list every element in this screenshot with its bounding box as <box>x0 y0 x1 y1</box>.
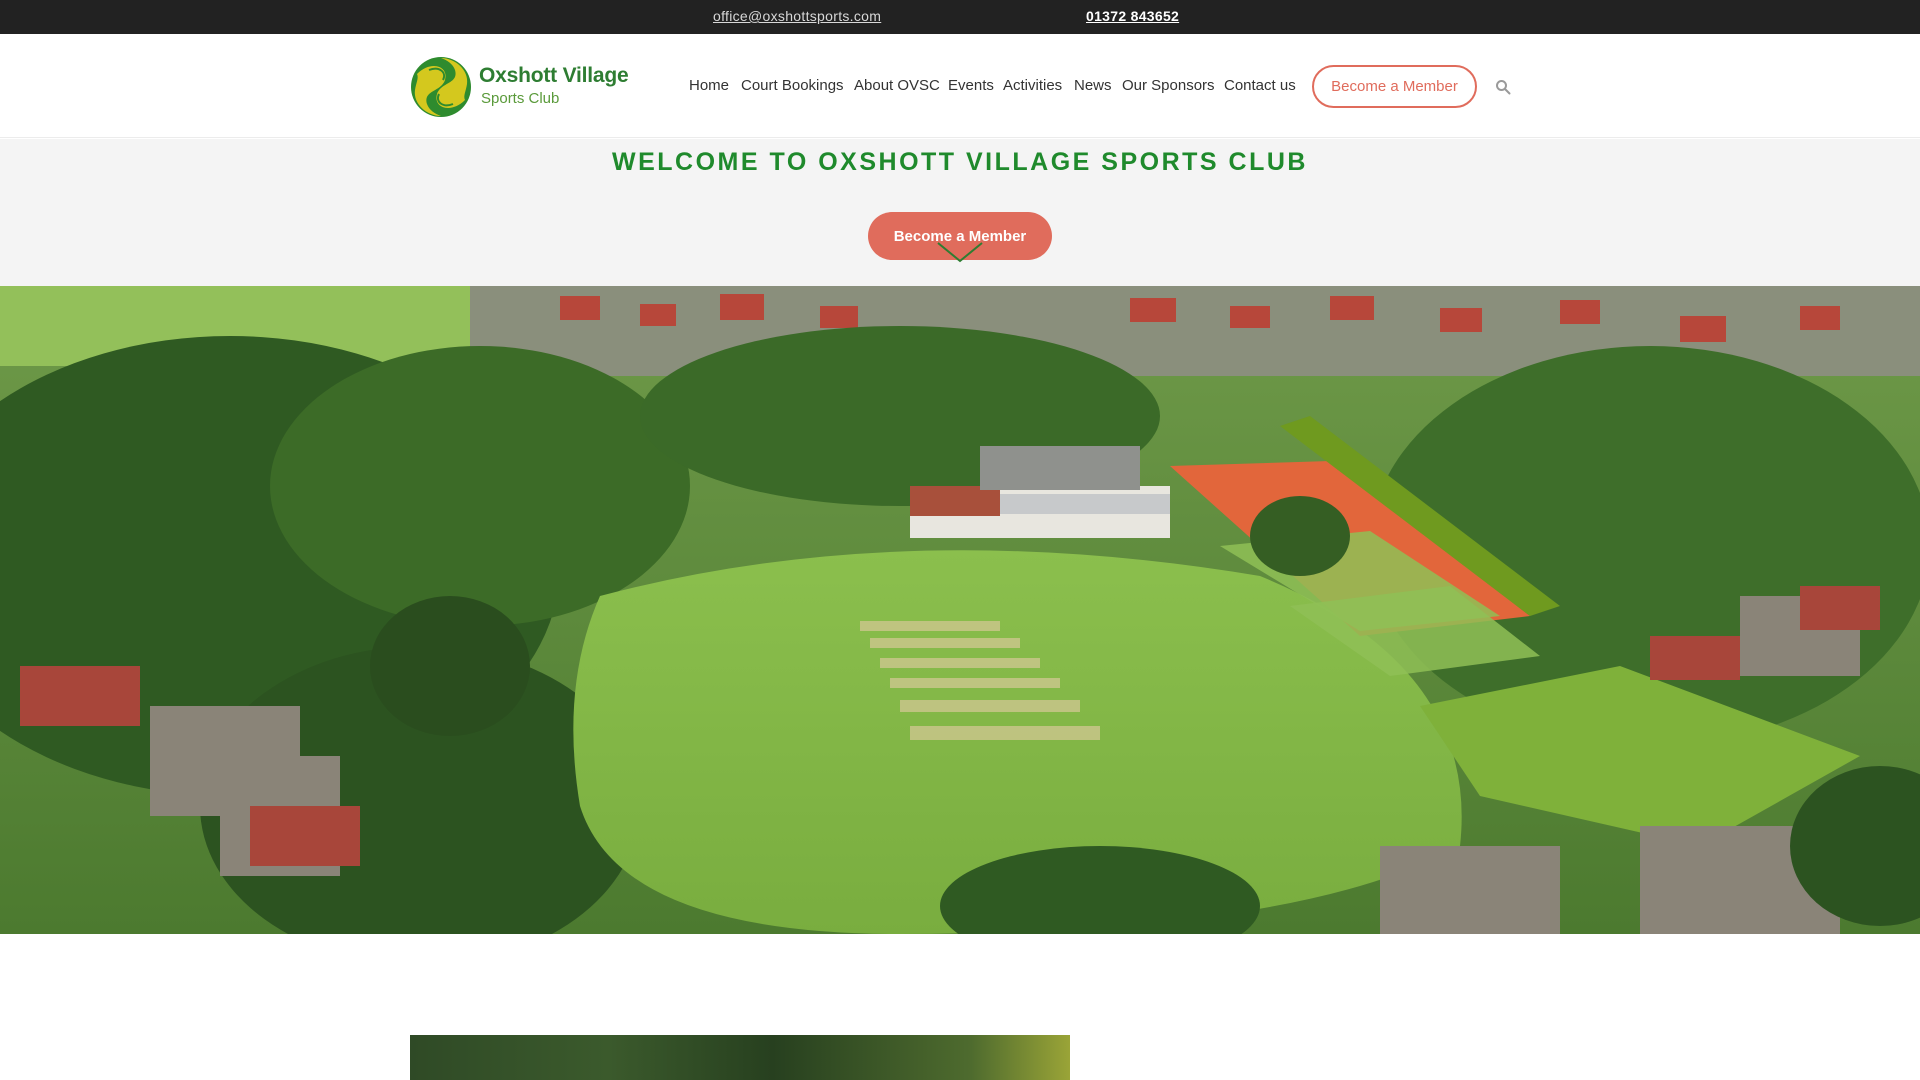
nav-item-sponsors[interactable]: Our Sponsors <box>1122 77 1215 94</box>
welcome-section: WELCOME TO OXSHOTT VILLAGE SPORTS CLUB B… <box>0 139 1920 286</box>
nav-item-contact[interactable]: Contact us <box>1224 77 1296 94</box>
aerial-photo <box>0 286 1920 934</box>
chevron-down-icon[interactable] <box>936 241 984 263</box>
main-nav: Home Court Bookings About OVSC Events Ac… <box>0 77 1920 97</box>
become-member-header-button[interactable]: Become a Member <box>1312 65 1477 108</box>
nav-item-about[interactable]: About OVSC <box>854 77 940 94</box>
nav-item-events[interactable]: Events <box>948 77 994 94</box>
nav-item-court-bookings[interactable]: Court Bookings <box>741 77 844 94</box>
hero-aerial-image <box>0 286 1920 934</box>
nav-item-activities[interactable]: Activities <box>1003 77 1062 94</box>
content-section <box>0 934 1920 1080</box>
phone-link[interactable]: 01372 843652 <box>1086 8 1179 24</box>
search-icon[interactable] <box>1495 79 1511 95</box>
top-contact-bar: office@oxshottsports.com 01372 843652 <box>0 0 1920 34</box>
email-link[interactable]: office@oxshottsports.com <box>713 8 881 24</box>
section-image <box>410 1035 1070 1080</box>
site-header: Oxshott Village Sports Club Home Court B… <box>0 34 1920 138</box>
nav-item-news[interactable]: News <box>1074 77 1112 94</box>
page-title: WELCOME TO OXSHOTT VILLAGE SPORTS CLUB <box>612 148 1308 176</box>
nav-item-home[interactable]: Home <box>689 77 729 94</box>
